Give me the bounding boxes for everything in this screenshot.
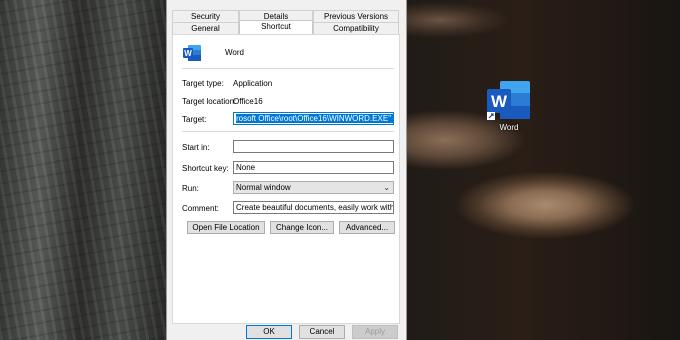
advanced-button[interactable]: Advanced... (339, 221, 395, 234)
target-input[interactable]: rosoft Office\root\Office16\WINWORD.EXE"… (233, 112, 394, 125)
word-desktop-shortcut-icon[interactable]: W (486, 80, 532, 122)
desktop-icon-label[interactable]: Word (491, 123, 527, 132)
shortcut-panel: W Word Target type: Application Target l… (172, 34, 400, 324)
target-location-label: Target location: (182, 97, 237, 106)
run-select[interactable]: Normal window ⌄ (233, 181, 394, 194)
start-in-label: Start in: (182, 143, 210, 152)
change-icon-button[interactable]: Change Icon... (270, 221, 334, 234)
run-label: Run: (182, 184, 199, 193)
comment-label: Comment: (182, 204, 219, 213)
divider (182, 68, 394, 69)
divider (182, 131, 394, 132)
open-file-location-button[interactable]: Open File Location (187, 221, 265, 234)
apply-button[interactable]: Apply (352, 325, 398, 339)
target-type-value: Application (233, 79, 273, 88)
tab-general[interactable]: General (172, 22, 239, 34)
cancel-button[interactable]: Cancel (299, 325, 345, 339)
svg-text:W: W (491, 92, 508, 111)
svg-text:W: W (184, 49, 192, 58)
comment-input[interactable]: Create beautiful documents, easily work … (233, 201, 394, 214)
start-in-input[interactable] (233, 140, 394, 153)
tab-security[interactable]: Security (172, 10, 239, 22)
shortcut-key-label: Shortcut key: (182, 164, 229, 173)
word-app-icon: W (183, 45, 201, 61)
target-input-text: rosoft Office\root\Office16\WINWORD.EXE"… (236, 114, 393, 123)
shortcut-key-input[interactable]: None (233, 161, 394, 174)
tab-previous-versions[interactable]: Previous Versions (313, 10, 399, 22)
wallpaper-bark-texture (0, 0, 166, 340)
target-location-value: Office16 (233, 97, 263, 106)
target-type-label: Target type: (182, 79, 224, 88)
tab-compatibility[interactable]: Compatibility (313, 22, 399, 34)
chevron-down-icon: ⌄ (383, 183, 390, 192)
tab-shortcut[interactable]: Shortcut (239, 20, 313, 34)
properties-dialog: Security Details Previous Versions Gener… (166, 0, 407, 340)
tab-row-bottom: General Shortcut Compatibility (172, 20, 399, 34)
run-select-value: Normal window (236, 183, 291, 192)
ok-button[interactable]: OK (246, 325, 292, 339)
target-label: Target: (182, 115, 207, 124)
shortcut-app-name: Word (225, 48, 244, 57)
